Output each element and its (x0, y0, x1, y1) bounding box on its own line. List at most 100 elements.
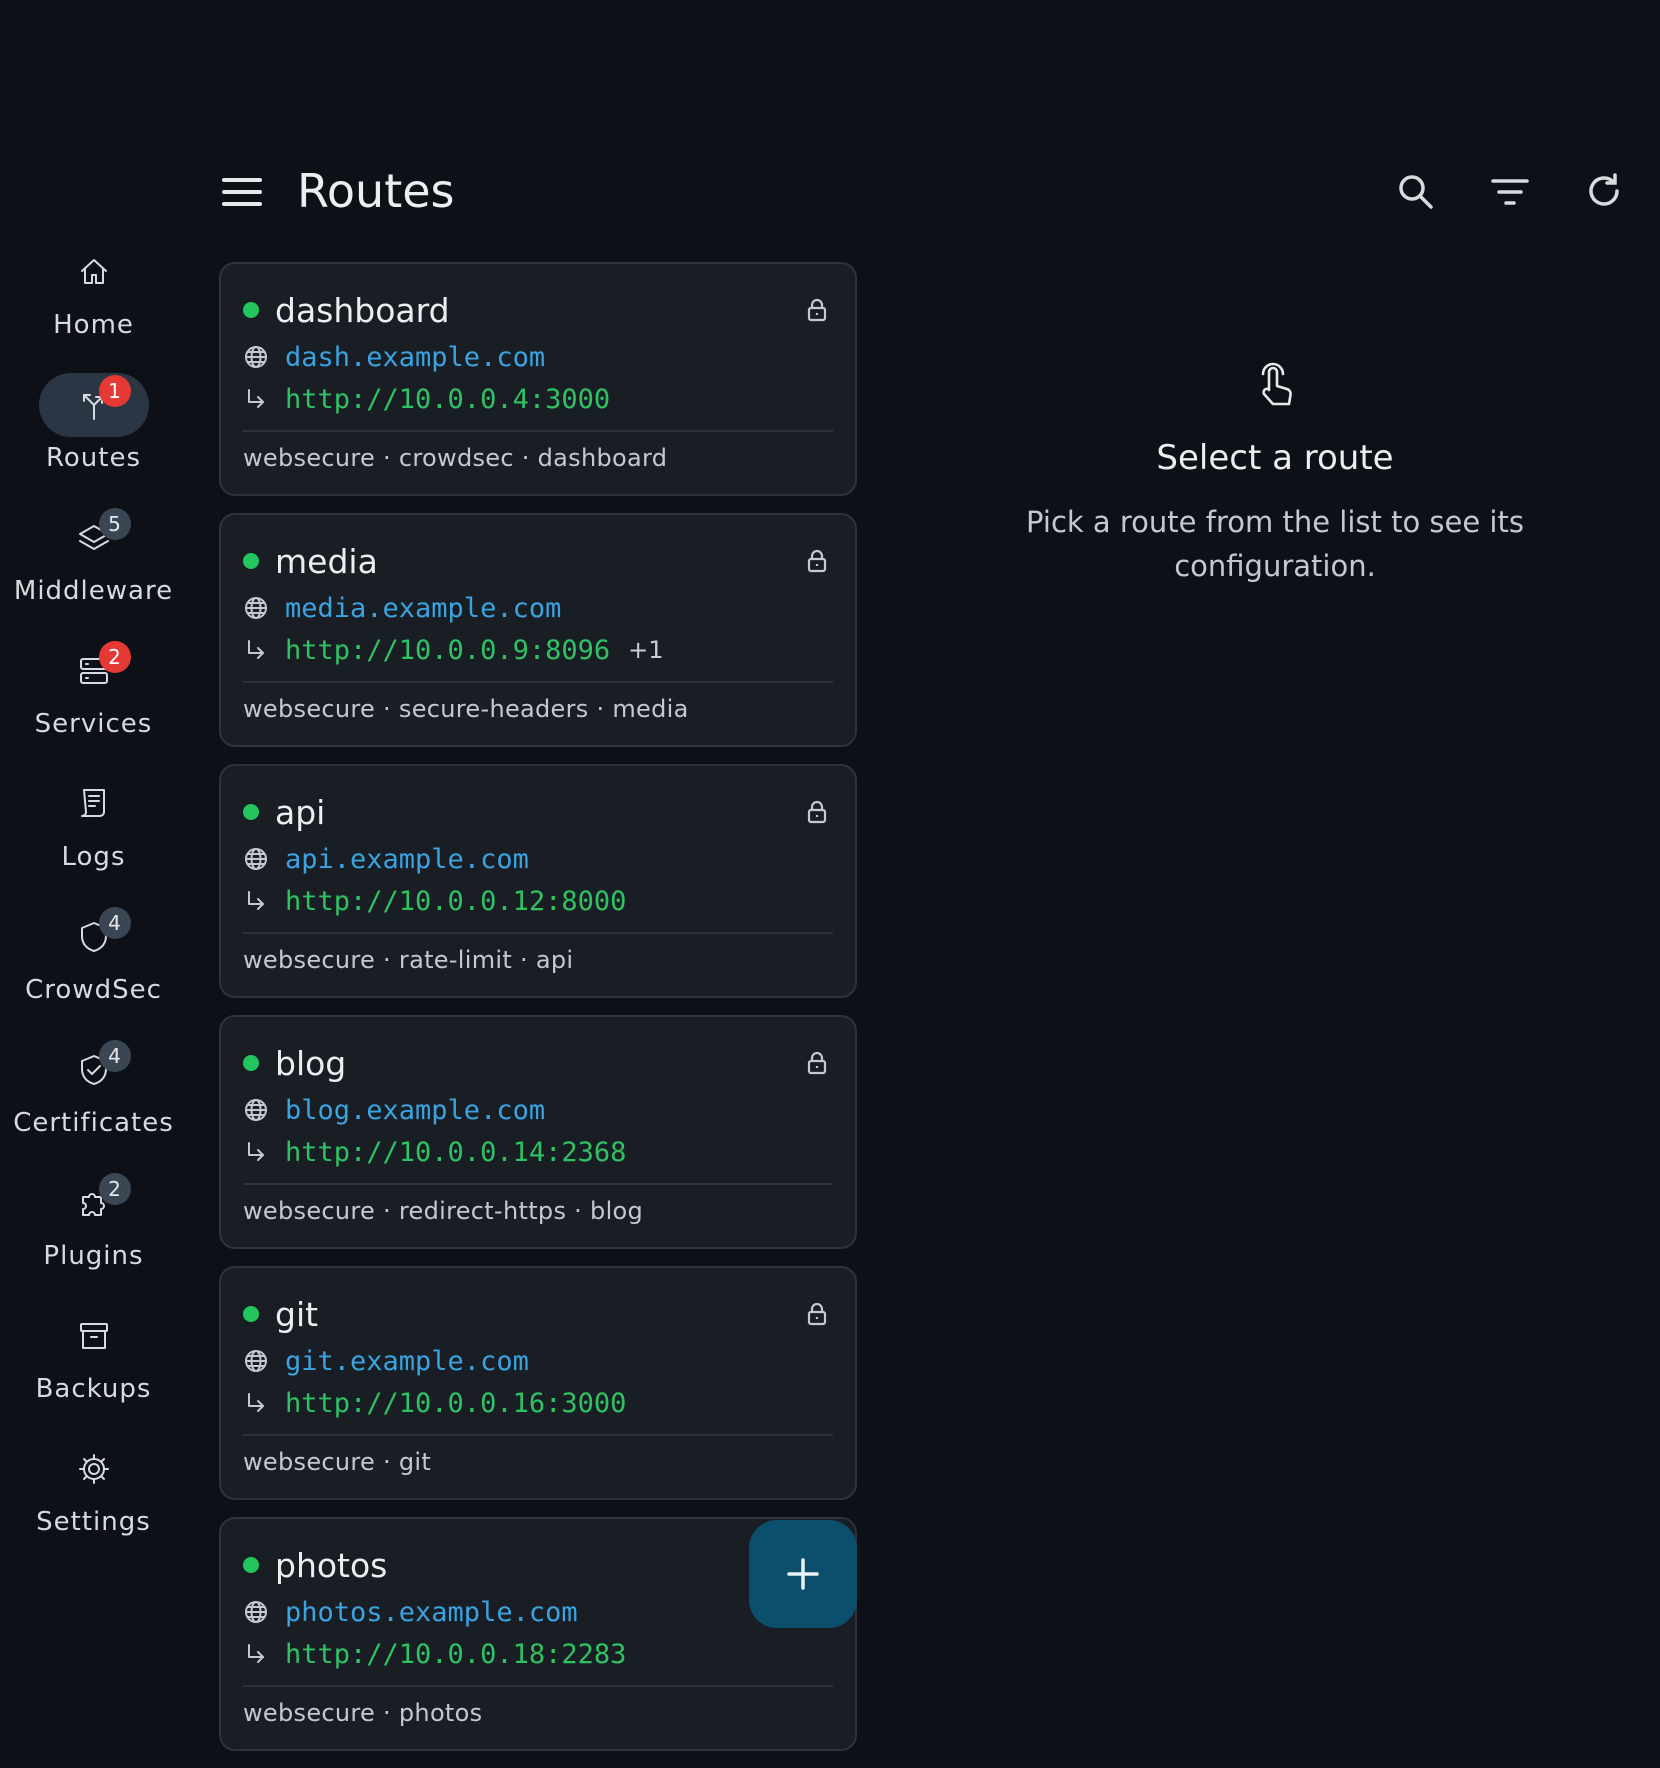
nav-item-home[interactable]: Home (0, 240, 187, 373)
status-dot (243, 1557, 259, 1573)
route-middleware-tags: websecure · photos (243, 1699, 483, 1727)
filter-button[interactable] (1488, 170, 1540, 214)
nav-item-logs[interactable]: Logs (0, 772, 187, 905)
nav-icon-container: 2 (39, 1171, 149, 1235)
route-header: dashboard (243, 290, 833, 330)
top-app-bar: Routes (0, 150, 1660, 232)
route-header: blog (243, 1043, 833, 1083)
nav-label: Routes (45, 443, 142, 473)
globe-icon (243, 1097, 269, 1123)
route-host: blog.example.com (243, 1092, 545, 1128)
nav-label: Settings (36, 1507, 151, 1537)
card-divider (243, 932, 833, 934)
route-target-text: http://10.0.0.16:3000 (285, 1387, 627, 1419)
route-target-text: http://10.0.0.4:3000 (285, 383, 611, 415)
route-card-git[interactable]: git git.example.com http://10.0.0.16:300… (219, 1266, 857, 1500)
route-middleware-tags: websecure · secure-headers · media (243, 695, 689, 723)
subdirectory-arrow-icon (243, 888, 269, 914)
globe-icon (243, 344, 269, 370)
card-divider (243, 1434, 833, 1436)
nav-item-plugins[interactable]: 2 Plugins (0, 1171, 187, 1304)
nav-label: Logs (61, 842, 126, 872)
nav-item-middleware[interactable]: 5 Middleware (0, 506, 187, 639)
route-header: media (243, 541, 833, 581)
nav-icon-container (39, 1437, 149, 1501)
filter-icon (1491, 179, 1529, 205)
card-divider (243, 430, 833, 432)
route-card-blog[interactable]: blog blog.example.com http://10.0.0.14:2… (219, 1015, 857, 1249)
route-host-text: dash.example.com (285, 341, 546, 373)
status-dot (243, 302, 259, 318)
route-card-api[interactable]: api api.example.com http://10.0.0.12:800… (219, 764, 857, 998)
route-header: git (243, 1294, 833, 1334)
route-name: dashboard (275, 290, 450, 330)
nav-item-crowdsec[interactable]: 4 CrowdSec (0, 905, 187, 1038)
home-icon (80, 259, 107, 284)
route-header: api (243, 792, 833, 832)
nav-icon-container (39, 240, 149, 304)
route-target: http://10.0.0.18:2283 (243, 1636, 626, 1672)
subdirectory-arrow-icon (243, 637, 269, 663)
lock-icon (803, 547, 831, 575)
route-target-text: http://10.0.0.18:2283 (285, 1638, 627, 1670)
subdirectory-arrow-icon (243, 1139, 269, 1165)
route-target: http://10.0.0.9:8096 +1 (243, 632, 664, 668)
detail-empty-state: Select a route Pick a route from the lis… (960, 360, 1590, 588)
nav-label: Backups (35, 1374, 152, 1404)
route-target-text: http://10.0.0.9:8096 (285, 634, 611, 666)
lock-icon (803, 798, 831, 826)
route-name: photos (275, 1545, 388, 1585)
lock-icon (803, 296, 831, 324)
route-name: blog (275, 1043, 347, 1083)
subdirectory-arrow-icon (243, 1390, 269, 1416)
nav-label: CrowdSec (25, 975, 162, 1005)
route-host-text: api.example.com (285, 843, 529, 875)
route-header: photos (243, 1545, 833, 1585)
nav-label: Certificates (13, 1108, 174, 1138)
status-dot (243, 804, 259, 820)
nav-icon-container (39, 772, 149, 836)
nav-icon-container: 2 (39, 639, 149, 703)
lock-icon (803, 1300, 831, 1328)
nav-icon-container: 1 (38, 373, 149, 437)
add-route-button[interactable] (749, 1520, 857, 1628)
globe-icon (243, 1599, 269, 1625)
nav-item-settings[interactable]: Settings (0, 1437, 187, 1570)
route-target: http://10.0.0.12:8000 (243, 883, 626, 919)
search-icon (1399, 175, 1433, 209)
status-dot (243, 553, 259, 569)
route-name: media (275, 541, 378, 581)
nav-icon-container: 5 (39, 506, 149, 570)
status-dot (243, 1306, 259, 1322)
logs-icon (80, 789, 105, 817)
route-host: git.example.com (243, 1343, 529, 1379)
route-host: photos.example.com (243, 1594, 578, 1630)
refresh-button[interactable] (1582, 170, 1634, 214)
nav-item-routes[interactable]: 1 Routes (0, 373, 187, 506)
route-host-text: media.example.com (285, 592, 562, 624)
route-target: http://10.0.0.14:2368 (243, 1134, 626, 1170)
page-title: Routes (297, 164, 455, 218)
globe-icon (243, 595, 269, 621)
route-card-dashboard[interactable]: dashboard dash.example.com http://10.0.0… (219, 262, 857, 496)
status-dot (243, 1055, 259, 1071)
nav-badge: 5 (98, 508, 131, 540)
route-target: http://10.0.0.4:3000 (243, 381, 610, 417)
nav-badge: 1 (98, 375, 131, 407)
touch-icon (1247, 360, 1303, 416)
search-button[interactable] (1394, 170, 1446, 214)
nav-item-services[interactable]: 2 Services (0, 639, 187, 772)
menu-button[interactable] (216, 170, 268, 214)
nav-badge: 2 (98, 1173, 131, 1205)
empty-state-title: Select a route (1156, 438, 1394, 478)
nav-icon-container: 4 (39, 1038, 149, 1102)
route-target-text: http://10.0.0.14:2368 (285, 1136, 627, 1168)
nav-item-certificates[interactable]: 4 Certificates (0, 1038, 187, 1171)
route-card-media[interactable]: media media.example.com http://10.0.0.9:… (219, 513, 857, 747)
globe-icon (243, 846, 269, 872)
nav-item-backups[interactable]: Backups (0, 1304, 187, 1437)
route-target-text: http://10.0.0.12:8000 (285, 885, 627, 917)
empty-state-subtitle: Pick a route from the list to see its co… (1026, 505, 1524, 583)
nav-label: Middleware (13, 576, 174, 606)
route-host: media.example.com (243, 590, 561, 626)
